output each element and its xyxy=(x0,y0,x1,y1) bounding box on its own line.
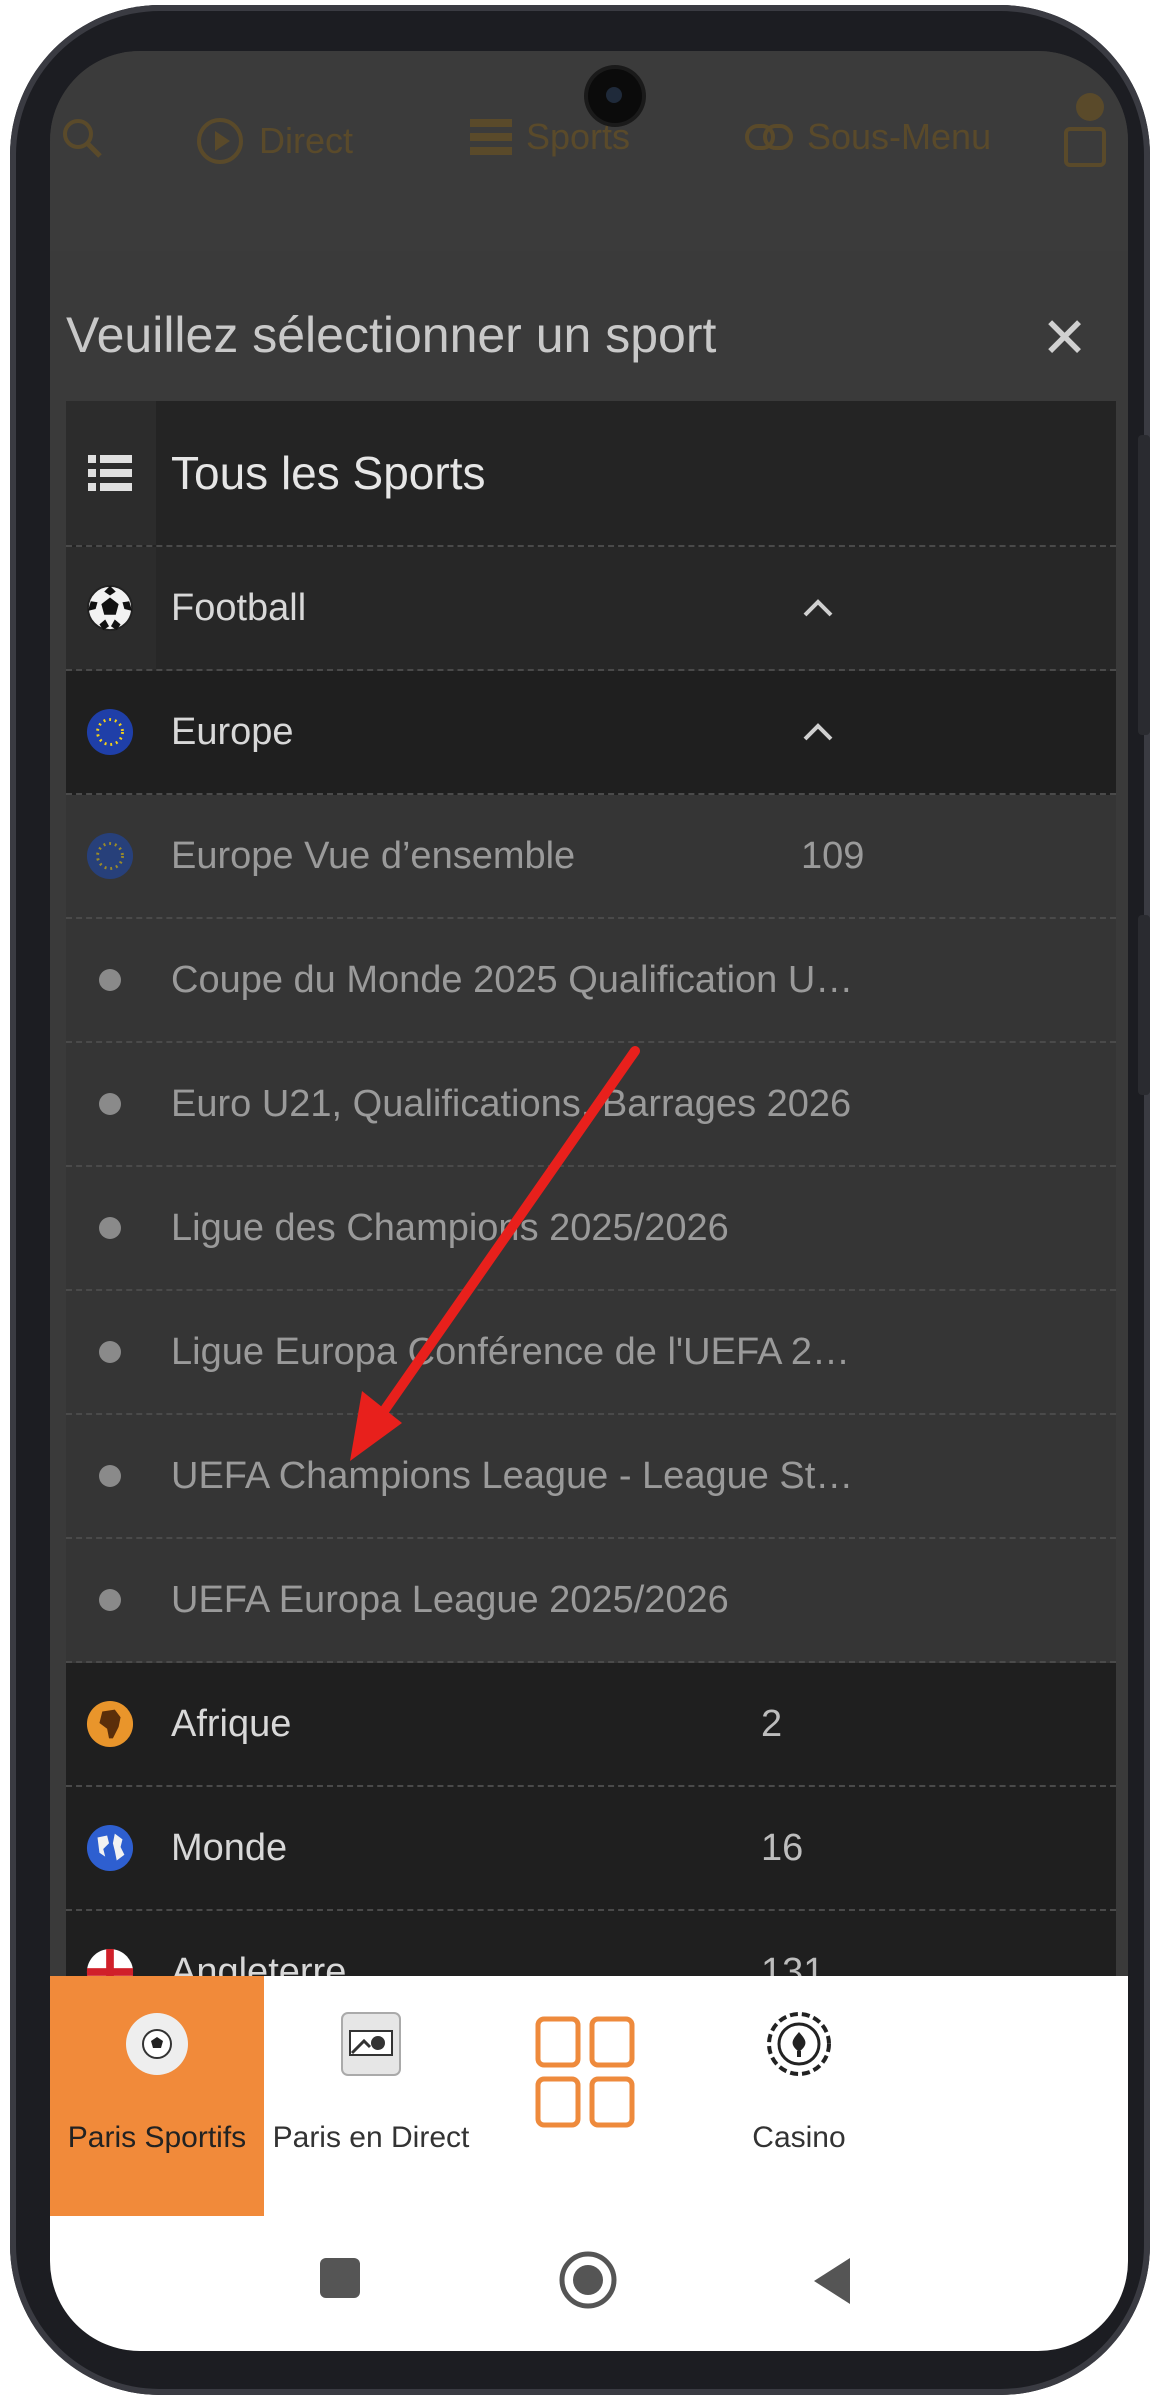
tab-label: Casino xyxy=(752,2121,846,2154)
tab-label: Paris en Direct xyxy=(272,2121,470,2154)
screen: Direct Sports Sous-Menu Veuillez sélecti… xyxy=(50,51,1128,2351)
tab-menu-grid[interactable] xyxy=(478,1976,692,2216)
annotation-arrow xyxy=(350,1046,640,1461)
tab-label: Paris Sportifs xyxy=(67,2121,247,2154)
tab-casino[interactable]: Casino xyxy=(692,1976,906,2216)
volume-button xyxy=(1138,435,1150,735)
power-button xyxy=(1138,915,1150,1095)
grid-menu-icon xyxy=(535,2016,635,2128)
phone-frame: Direct Sports Sous-Menu Veuillez sélecti… xyxy=(10,5,1150,2395)
live-betting-icon xyxy=(341,2012,401,2076)
back-icon[interactable] xyxy=(810,2256,854,2306)
tab-paris-en-direct[interactable]: Paris en Direct xyxy=(264,1976,478,2216)
recent-apps-icon[interactable] xyxy=(318,2256,362,2300)
tab-paris-sportifs[interactable]: Paris Sportifs xyxy=(50,1976,264,2216)
bottom-bar: Paris Sportifs Paris en Direct Casino xyxy=(50,1976,1128,2351)
system-nav-bar xyxy=(50,2216,1128,2351)
home-icon[interactable] xyxy=(558,2250,618,2310)
casino-chip-icon xyxy=(767,2012,831,2076)
football-icon xyxy=(126,2013,188,2075)
